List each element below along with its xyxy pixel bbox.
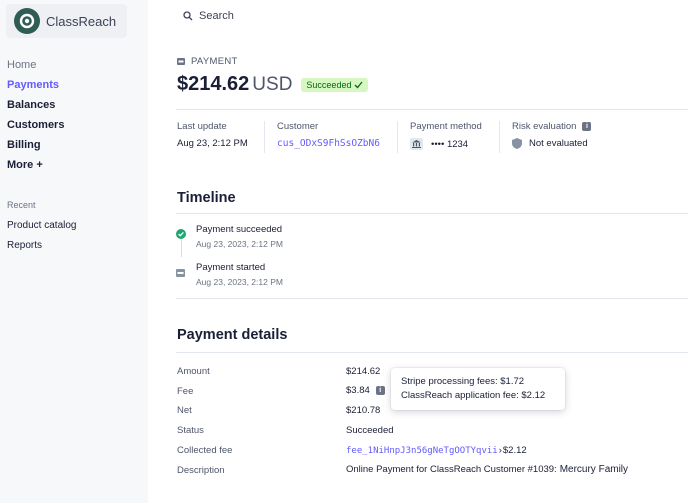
- account-switcher[interactable]: ClassReach: [6, 4, 127, 38]
- header-divider: [176, 109, 688, 110]
- description-text: Online Payment for ClassReach Customer #…: [346, 464, 557, 475]
- nav-item-customers[interactable]: Customers: [7, 117, 64, 137]
- bank-icon: [410, 138, 423, 150]
- status-badge-label: Succeeded: [306, 79, 352, 90]
- recent-heading: Recent: [7, 200, 36, 210]
- detail-value-description: Online Payment for ClassReach Customer #…: [346, 464, 628, 475]
- nav-item-billing[interactable]: Billing: [7, 137, 64, 157]
- timeline-bottom-divider: [176, 298, 688, 299]
- collected-fee-link[interactable]: fee_1NiHnpJ3n56gNeTgOOTYqvii: [346, 446, 498, 456]
- nav-item-payments[interactable]: Payments: [7, 77, 64, 97]
- brand-logo-icon: [14, 8, 40, 34]
- fee-amount: $3.84: [346, 385, 370, 396]
- check-icon: [355, 81, 363, 88]
- sidebar: ClassReach Home Payments Balances Custom…: [0, 0, 148, 503]
- payment-icon: [177, 58, 185, 65]
- risk-label: Risk evaluation: [512, 121, 577, 132]
- amount-row: $214.62 USD Succeeded: [177, 73, 369, 96]
- customer-label: Customer: [277, 121, 319, 132]
- payment-amount: $214.62: [177, 73, 250, 95]
- payment-method-label: Payment method: [410, 121, 482, 132]
- detail-label-net: Net: [177, 405, 192, 416]
- detail-label-collected-fee: Collected fee: [177, 445, 233, 456]
- summary-divider: [499, 121, 500, 153]
- recent-item-reports[interactable]: Reports: [7, 239, 77, 259]
- summary-divider: [264, 121, 265, 153]
- payment-label: PAYMENT: [191, 56, 238, 67]
- timeline-event-title: Payment succeeded: [196, 224, 283, 235]
- status-badge: Succeeded: [301, 77, 369, 92]
- payment-currency: USD: [252, 73, 293, 95]
- detail-value-fee: $3.84 i: [346, 385, 385, 396]
- nav-item-home[interactable]: Home: [7, 57, 64, 77]
- shield-icon: [512, 138, 522, 149]
- customer-link[interactable]: cus_ODxS9FhSsOZbN6: [277, 138, 380, 149]
- info-icon[interactable]: i: [375, 386, 385, 395]
- last-update-label: Last update: [177, 121, 227, 132]
- summary-risk: Risk evaluation i Not evaluated: [512, 121, 592, 149]
- detail-label-amount: Amount: [177, 366, 210, 377]
- success-check-icon: [176, 229, 186, 239]
- description-customer-name: Mercury Family: [559, 464, 629, 475]
- collected-fee-amount: $2.12: [502, 445, 527, 456]
- summary-divider: [397, 121, 398, 153]
- risk-value: Not evaluated: [529, 138, 588, 149]
- nav-item-balances[interactable]: Balances: [7, 97, 64, 117]
- summary-customer: Customer cus_ODxS9FhSsOZbN6: [277, 121, 380, 149]
- search-icon: [183, 11, 193, 21]
- timeline-event: Payment started Aug 23, 2023, 2:12 PM: [176, 262, 283, 287]
- detail-value-status: Succeeded: [346, 425, 394, 436]
- payment-details-heading: Payment details: [177, 327, 288, 343]
- summary-last-update: Last update Aug 23, 2:12 PM: [177, 121, 248, 149]
- tooltip-application-fee: ClassReach application fee: $2.12: [401, 390, 546, 401]
- detail-value-amount: $214.62: [346, 366, 381, 377]
- fee-tooltip: Stripe processing fees: $1.72 ClassReach…: [391, 368, 565, 410]
- chevron-right-icon: ›: [498, 445, 502, 456]
- recent-list: Product catalog Reports: [7, 219, 77, 259]
- timeline-heading: Timeline: [177, 190, 236, 206]
- last-update-value: Aug 23, 2:12 PM: [177, 138, 248, 149]
- detail-label-status: Status: [177, 425, 204, 436]
- search-bar[interactable]: Search: [183, 10, 234, 22]
- info-icon[interactable]: i: [582, 122, 592, 131]
- details-divider: [176, 352, 688, 353]
- timeline-divider: [176, 213, 688, 214]
- payment-method-value: •••• 1234: [431, 138, 469, 150]
- detail-value-net: $210.78: [346, 405, 381, 416]
- detail-label-fee: Fee: [177, 386, 194, 397]
- recent-item-product-catalog[interactable]: Product catalog: [7, 219, 77, 239]
- tooltip-stripe-fee: Stripe processing fees: $1.72: [401, 376, 525, 387]
- timeline-event-title: Payment started: [196, 262, 266, 273]
- timeline-event: Payment succeeded Aug 23, 2023, 2:12 PM: [176, 224, 283, 249]
- detail-value-collected-fee: fee_1NiHnpJ3n56gNeTgOOTYqvii › $2.12: [346, 445, 527, 456]
- detail-label-description: Description: [177, 465, 225, 476]
- timeline-event-date: Aug 23, 2023, 2:12 PM: [196, 239, 283, 249]
- object-type-label: PAYMENT: [177, 56, 238, 67]
- summary-payment-method: Payment method •••• 1234: [410, 121, 482, 150]
- payment-icon: [176, 269, 185, 277]
- timeline-event-date: Aug 23, 2023, 2:12 PM: [196, 277, 283, 287]
- main-nav: Home Payments Balances Customers Billing…: [7, 57, 64, 177]
- brand-name: ClassReach: [46, 13, 117, 29]
- nav-item-more[interactable]: More +: [7, 157, 64, 177]
- search-placeholder: Search: [199, 10, 234, 22]
